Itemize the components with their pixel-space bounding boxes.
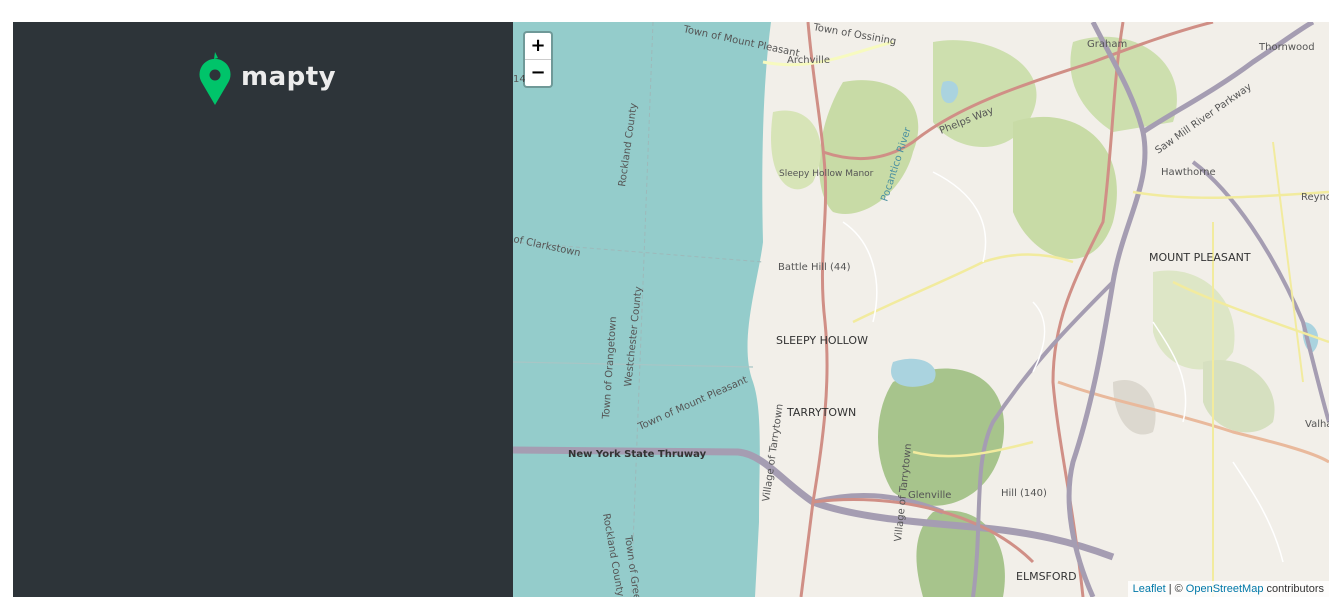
mapty-app: mapty Town of Mount Pleasant Town of Oss… — [13, 22, 1329, 597]
label-valhalla: Valhalla — [1305, 419, 1329, 430]
label-elmsford: ELMSFORD — [1016, 570, 1077, 583]
zoom-in-button[interactable]: + — [525, 33, 551, 59]
label-hawthorne: Hawthorne — [1161, 167, 1216, 178]
label-sleepy-hollow-manor: Sleepy Hollow Manor — [779, 169, 874, 179]
label-tarrytown: TARRYTOWN — [786, 406, 856, 419]
zoom-control: + − — [523, 31, 553, 88]
map[interactable]: Town of Mount Pleasant Town of Ossining … — [513, 22, 1329, 597]
leaflet-link[interactable]: Leaflet — [1133, 583, 1166, 595]
attribution-contributors: contributors — [1266, 583, 1324, 595]
attribution-separator: | © — [1168, 583, 1183, 595]
label-mount-pleasant: MOUNT PLEASANT — [1149, 251, 1251, 264]
map-attribution: Leaflet | © OpenStreetMap contributors — [1127, 581, 1329, 597]
label-battle-hill: Battle Hill (44) — [778, 262, 851, 273]
label-hill-140: Hill (140) — [1001, 488, 1047, 499]
label-ny-thruway: New York State Thruway — [568, 449, 707, 460]
label-archville: Archville — [787, 55, 830, 66]
label-glenville: Glenville — [908, 490, 951, 501]
openstreetmap-link[interactable]: OpenStreetMap — [1186, 583, 1264, 595]
label-graham: Graham — [1087, 39, 1127, 50]
map-tiles[interactable]: Town of Mount Pleasant Town of Ossining … — [513, 22, 1329, 597]
map-pin-icon — [199, 52, 231, 105]
sidebar: mapty — [13, 22, 513, 597]
zoom-out-button[interactable]: − — [525, 59, 551, 86]
logo-text: mapty — [241, 62, 337, 92]
logo: mapty — [199, 52, 336, 106]
label-reyno: Reyno — [1301, 192, 1329, 203]
label-sleepy-hollow: SLEEPY HOLLOW — [776, 334, 868, 347]
label-thornwood: Thornwood — [1258, 42, 1315, 53]
